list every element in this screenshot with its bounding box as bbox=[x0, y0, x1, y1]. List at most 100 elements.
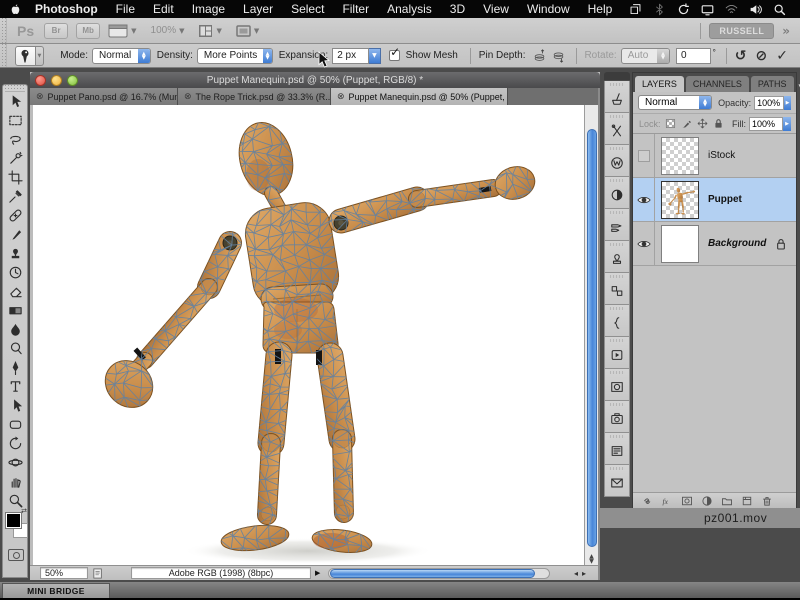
canvas[interactable] bbox=[33, 105, 584, 565]
lock-pixels-icon[interactable] bbox=[681, 118, 692, 129]
rotate-select[interactable]: Auto▲▼ bbox=[621, 48, 670, 64]
blend-mode-select[interactable]: Normal▲▼ bbox=[638, 95, 712, 110]
expansion-field[interactable]: 2 px bbox=[332, 48, 369, 64]
menu-select[interactable]: Select bbox=[282, 2, 333, 16]
dock-tool-presets-icon[interactable] bbox=[604, 113, 630, 145]
workspace-overflow-chevron[interactable]: » bbox=[774, 24, 800, 38]
dock-adjustments-icon[interactable] bbox=[604, 177, 630, 209]
layer-thumbnail[interactable] bbox=[661, 181, 699, 219]
layers-panel-menu-icon[interactable]: ▾≡ bbox=[794, 82, 800, 92]
link-icon[interactable] bbox=[641, 495, 653, 507]
layer-name[interactable]: Background bbox=[708, 238, 766, 249]
quick-selection-tool[interactable] bbox=[3, 149, 27, 168]
cancel-warp-icon[interactable]: ⊘ bbox=[756, 48, 768, 64]
pen-tool[interactable] bbox=[3, 358, 27, 377]
vertical-scroll-thumb[interactable] bbox=[587, 129, 597, 547]
dock-color-icon[interactable] bbox=[604, 81, 630, 113]
panel-tab-channels[interactable]: CHANNELS bbox=[686, 76, 749, 92]
revert-pins-icon[interactable]: ↺ bbox=[735, 48, 747, 64]
lock-transparency-icon[interactable] bbox=[665, 118, 676, 129]
dodge-tool[interactable] bbox=[3, 339, 27, 358]
mannequin-artwork[interactable] bbox=[33, 105, 584, 565]
crop-tool[interactable] bbox=[3, 168, 27, 187]
dock-actions-icon[interactable] bbox=[604, 337, 630, 369]
tab-close-icon[interactable]: ⊗ bbox=[337, 92, 345, 102]
lasso-tool[interactable] bbox=[3, 130, 27, 149]
rounded-rectangle-tool[interactable] bbox=[3, 415, 27, 434]
layer-thumbnail[interactable] bbox=[661, 137, 699, 175]
pin-depth-up-icon[interactable] bbox=[532, 49, 547, 63]
quick-mask-button[interactable] bbox=[8, 549, 24, 561]
eyedropper-tool[interactable] bbox=[3, 187, 27, 206]
bridge-button[interactable]: Br bbox=[44, 23, 68, 39]
3d-object-rotate-tool[interactable] bbox=[3, 434, 27, 453]
menu-analysis[interactable]: Analysis bbox=[378, 2, 441, 16]
expansion-dropdown[interactable]: ▼ bbox=[369, 48, 381, 64]
commit-warp-icon[interactable]: ✓ bbox=[776, 48, 788, 64]
show-mesh-checkbox[interactable]: ✓ bbox=[389, 50, 400, 61]
dock-info-icon[interactable] bbox=[604, 433, 630, 465]
menu-image[interactable]: Image bbox=[183, 2, 234, 16]
opacity-value[interactable]: 100% bbox=[754, 96, 784, 110]
document-tab-1[interactable]: ⊗Puppet Pano.psd @ 16.7% (Muni... bbox=[30, 88, 178, 105]
menu-filter[interactable]: Filter bbox=[333, 2, 378, 16]
mode-select[interactable]: Normal▲▼ bbox=[92, 48, 151, 64]
tools-grip[interactable] bbox=[5, 85, 25, 92]
layer-name[interactable]: iStock bbox=[708, 150, 735, 161]
layer-row-background[interactable]: Background bbox=[633, 222, 796, 266]
document-tab-3[interactable]: ⊗Puppet Manequin.psd @ 50% (Puppet, RGB/… bbox=[331, 88, 508, 105]
layer-visibility-eye-icon[interactable] bbox=[633, 178, 655, 221]
horizontal-scroll-thumb[interactable] bbox=[330, 569, 535, 578]
menu-edit[interactable]: Edit bbox=[144, 2, 183, 16]
tab-close-icon[interactable]: ⊗ bbox=[184, 92, 192, 102]
color-profile-status[interactable]: Adobe RGB (1998) (8bpc) bbox=[131, 567, 311, 579]
spot-healing-brush-tool[interactable] bbox=[3, 206, 27, 225]
foreground-color-swatch[interactable] bbox=[6, 513, 21, 528]
vertical-scrollbar[interactable]: ▲▼ bbox=[584, 105, 598, 565]
document-tab-2[interactable]: ⊗The Rope Trick.psd @ 33.3% (R... bbox=[178, 88, 331, 105]
display-icon[interactable] bbox=[701, 3, 714, 16]
dock-layer-comps-icon[interactable] bbox=[604, 401, 630, 433]
fill-dropdown[interactable]: ▶ bbox=[783, 117, 791, 131]
spotlight-icon[interactable] bbox=[773, 3, 786, 16]
menu-view[interactable]: View bbox=[474, 2, 518, 16]
dock-notes-icon[interactable] bbox=[604, 465, 630, 497]
window-swap-icon[interactable] bbox=[629, 3, 642, 16]
type-tool[interactable] bbox=[3, 377, 27, 396]
layer-row-puppet[interactable]: Puppet bbox=[633, 178, 796, 222]
volume-icon[interactable] bbox=[749, 3, 762, 16]
history-brush-tool[interactable] bbox=[3, 263, 27, 282]
menu-file[interactable]: File bbox=[107, 2, 144, 16]
layer-visibility-empty[interactable] bbox=[633, 134, 655, 177]
dock-brushes-icon[interactable] bbox=[604, 209, 630, 241]
dock-wegraphics-icon[interactable] bbox=[604, 145, 630, 177]
vertical-scroll-arrows[interactable]: ▲▼ bbox=[586, 554, 597, 564]
group-icon[interactable] bbox=[721, 495, 733, 507]
puppet-warp-pin-icon[interactable] bbox=[15, 46, 36, 66]
hand-tool[interactable] bbox=[3, 472, 27, 491]
tool-preset-dropdown[interactable]: ▼ bbox=[36, 46, 45, 66]
gradient-tool[interactable] bbox=[3, 301, 27, 320]
zoom-level-control[interactable]: 100%▼ bbox=[151, 25, 185, 36]
trash-icon[interactable] bbox=[761, 495, 773, 507]
dock-paragraph-icon[interactable] bbox=[604, 305, 630, 337]
fx-icon[interactable]: fx bbox=[661, 495, 673, 507]
swap-colors-icon[interactable]: ⇄ bbox=[21, 507, 27, 515]
tab-close-icon[interactable]: ⊗ bbox=[36, 92, 44, 102]
rotate-angle-field[interactable]: 0 bbox=[676, 48, 711, 64]
eraser-tool[interactable] bbox=[3, 282, 27, 301]
bluetooth-icon[interactable] bbox=[653, 3, 666, 16]
menu-layer[interactable]: Layer bbox=[234, 2, 282, 16]
layer-name[interactable]: Puppet bbox=[708, 194, 742, 205]
sync-icon[interactable] bbox=[677, 3, 690, 16]
lock-position-icon[interactable] bbox=[697, 118, 708, 129]
dock-masks-icon[interactable] bbox=[604, 369, 630, 401]
path-selection-tool[interactable] bbox=[3, 396, 27, 415]
minibridge-button[interactable]: Mb bbox=[76, 23, 100, 39]
screen-mode-button[interactable]: ▼ bbox=[236, 24, 259, 38]
status-menu-arrow[interactable]: ▶ bbox=[315, 569, 320, 577]
panel-tab-layers[interactable]: LAYERS bbox=[635, 76, 684, 92]
menu-help[interactable]: Help bbox=[579, 2, 622, 16]
layer-visibility-eye-icon[interactable] bbox=[633, 222, 655, 265]
dock-character-icon[interactable] bbox=[604, 273, 630, 305]
